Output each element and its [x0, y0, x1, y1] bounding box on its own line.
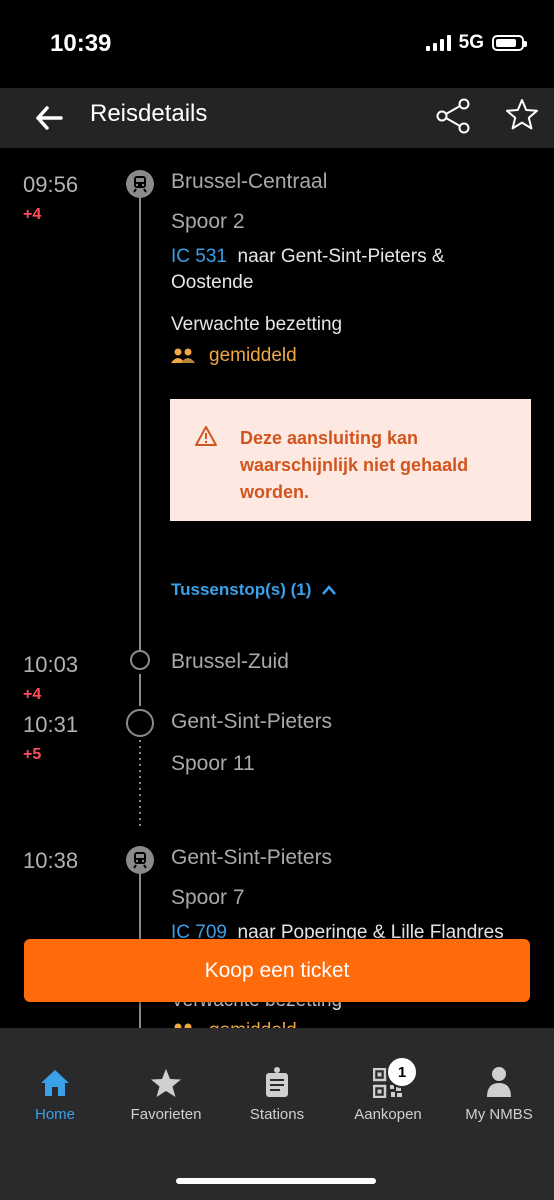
tab-stations[interactable]: Stations	[222, 1062, 332, 1123]
battery-icon	[492, 35, 527, 51]
platform: Spoor 2	[171, 210, 245, 233]
tab-label: My NMBS	[465, 1106, 533, 1123]
stop-time: 10:03	[23, 652, 79, 677]
home-indicator[interactable]	[176, 1178, 376, 1184]
tab-label: Favorieten	[130, 1106, 202, 1123]
timeline-line	[139, 674, 141, 706]
status-time: 10:39	[50, 30, 112, 57]
occupancy-label: Verwachte bezetting	[171, 314, 343, 335]
occupancy-icon	[171, 348, 195, 363]
station-name: Brussel-Zuid	[171, 650, 289, 673]
home-icon	[41, 1070, 69, 1096]
occupancy-text: gemiddeld	[209, 1020, 297, 1028]
platform: Spoor 7	[171, 886, 245, 909]
delay-indicator: +4	[23, 686, 42, 703]
occupancy-text: gemiddeld	[209, 345, 297, 366]
share-icon	[436, 98, 470, 134]
status-indicators: 5G	[425, 32, 527, 54]
notification-badge: 1	[386, 1056, 418, 1088]
arrow-left-icon	[36, 106, 63, 130]
chevron-up-icon	[322, 585, 337, 595]
tab-label: Aankopen	[354, 1106, 422, 1123]
train-icon	[126, 846, 154, 874]
favorite-button[interactable]	[503, 96, 541, 134]
tab-label: Stations	[249, 1106, 305, 1123]
arrival-time: 10:31	[23, 712, 79, 737]
train-number-link[interactable]: IC 531	[171, 246, 227, 267]
connection-warning: Deze aansluiting kan waarschijnlijk niet…	[170, 399, 531, 521]
user-icon	[487, 1067, 511, 1097]
platform: Spoor 11	[171, 752, 255, 775]
bottom-tab-bar: Home Favorieten Stations Aankopen My NMB…	[0, 1028, 554, 1200]
tab-home[interactable]: Home	[0, 1062, 110, 1123]
network-type: 5G	[458, 32, 484, 53]
stations-icon	[266, 1067, 288, 1097]
intermediate-stops-label: Tussenstop(s) (1)	[171, 580, 312, 599]
warning-triangle-icon	[195, 426, 217, 446]
station-name: Brussel-Centraal	[171, 170, 328, 193]
delay-indicator: +4	[23, 206, 42, 223]
timeline-line	[139, 196, 141, 658]
tab-label: Home	[34, 1106, 75, 1123]
transfer-dot	[126, 709, 154, 737]
occupancy-value: gemiddeld	[171, 1020, 297, 1028]
tab-favorieten[interactable]: Favorieten	[111, 1062, 221, 1123]
station-name: Gent-Sint-Pieters	[171, 846, 333, 869]
stop-dot	[130, 650, 150, 670]
signal-icon	[425, 35, 451, 51]
share-button[interactable]	[434, 96, 474, 136]
tab-my-nmbs[interactable]: My NMBS	[444, 1062, 554, 1123]
warning-message: Deze aansluiting kan waarschijnlijk niet…	[240, 428, 469, 502]
back-button[interactable]	[34, 104, 64, 132]
train-info: IC 531 naar Gent-Sint-Pieters & Oostende	[171, 244, 531, 296]
star-icon	[151, 1069, 181, 1097]
departure-time: 09:56	[23, 172, 79, 197]
delay-indicator: +5	[23, 746, 42, 763]
occupancy-value: gemiddeld	[171, 345, 297, 367]
train-icon	[126, 170, 154, 198]
station-name: Gent-Sint-Pieters	[171, 710, 333, 733]
departure-time: 10:38	[23, 848, 79, 873]
page-title: Reisdetails	[90, 100, 208, 127]
status-bar: 10:39 5G	[0, 0, 554, 88]
journey-details: 09:56 +4 Brussel-Centraal Spoor 2 IC 531…	[0, 148, 554, 1028]
buy-ticket-button[interactable]: Koop een ticket	[24, 939, 530, 1002]
app-header: Reisdetails	[0, 88, 554, 148]
intermediate-stops-toggle[interactable]: Tussenstop(s) (1)	[171, 580, 337, 600]
transfer-walk-line	[139, 740, 141, 830]
star-outline-icon	[506, 99, 538, 130]
